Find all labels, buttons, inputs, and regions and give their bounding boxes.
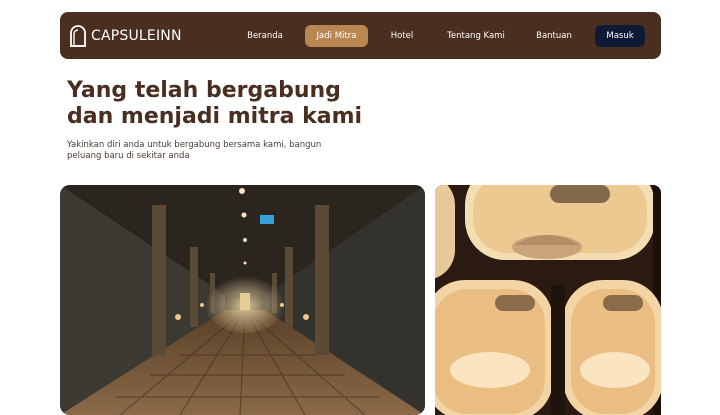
page-subtitle: Yakinkan diri anda untuk bergabung bersa… <box>67 140 322 161</box>
top-navbar: CAPSULEINN Beranda Jadi Mitra Hotel Tent… <box>60 12 661 59</box>
capsule-logo-icon <box>70 25 86 47</box>
brand-logo[interactable]: CAPSULEINN <box>69 24 182 48</box>
nav-beranda[interactable]: Beranda <box>240 25 290 47</box>
hallway-photo <box>60 185 425 415</box>
page-title: Yang telah bergabung dan menjadi mitra k… <box>67 78 363 129</box>
nav-hotel[interactable]: Hotel <box>382 25 422 47</box>
capsule-photo <box>435 185 661 415</box>
nav-bantuan[interactable]: Bantuan <box>528 25 580 47</box>
nav-jadi-mitra[interactable]: Jadi Mitra <box>305 25 368 47</box>
login-button[interactable]: Masuk <box>595 25 645 47</box>
nav-tentang-kami[interactable]: Tentang Kami <box>441 25 511 47</box>
brand-name: CAPSULEINN <box>91 28 182 44</box>
